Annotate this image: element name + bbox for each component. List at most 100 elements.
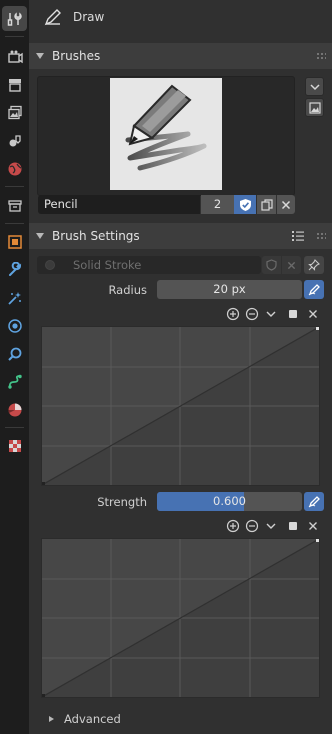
drag-grip-icon[interactable] — [316, 52, 326, 60]
pin-material-button[interactable] — [304, 256, 324, 274]
render-tab[interactable] — [2, 44, 27, 69]
shield-check-icon — [239, 198, 251, 211]
curve-point-handle-button[interactable] — [285, 306, 301, 322]
brush-preview-image[interactable] — [110, 78, 222, 190]
particles-icon — [7, 291, 21, 305]
render-icon — [7, 50, 23, 63]
unlink-brush-button[interactable] — [276, 195, 295, 214]
modifiers-tab[interactable] — [2, 257, 27, 282]
brush-name-field[interactable]: Pencil — [38, 195, 200, 214]
pin-icon — [308, 259, 320, 271]
zoom-out-button[interactable] — [244, 518, 260, 534]
data-tab[interactable] — [2, 369, 27, 394]
close-icon — [287, 261, 296, 269]
shield-icon — [266, 259, 277, 271]
material-tab[interactable] — [2, 397, 27, 422]
particles-tab[interactable] — [2, 285, 27, 310]
curve-options-dropdown[interactable] — [263, 306, 279, 322]
world-tab[interactable] — [2, 156, 27, 181]
scene-tab[interactable] — [2, 128, 27, 153]
properties-editor: Draw Brushes Pencil 2 Brush Settings Sol… — [29, 0, 332, 734]
close-icon — [309, 522, 317, 530]
radius-field[interactable]: 20 px — [157, 280, 302, 299]
delete-curve-point-button[interactable] — [305, 518, 321, 534]
material-selector[interactable]: Solid Stroke — [37, 256, 261, 274]
zoom-in-icon — [226, 519, 240, 533]
stylus-pressure-icon — [308, 496, 320, 508]
strength-slider[interactable]: 0.600 — [157, 492, 302, 511]
material-fake-user-button[interactable] — [262, 256, 281, 274]
zoom-in-button[interactable] — [225, 306, 241, 322]
collapse-triangle-icon — [36, 233, 44, 239]
radius-curve-toolbar — [225, 306, 325, 324]
collection-tab[interactable] — [2, 193, 27, 218]
brushes-panel-title: Brushes — [52, 49, 101, 63]
brushes-panel-header[interactable]: Brushes — [29, 43, 332, 69]
tool-settings-tab[interactable] — [2, 6, 27, 31]
point-icon — [289, 522, 297, 530]
draw-tool-icon — [44, 9, 61, 26]
output-tab[interactable] — [2, 72, 27, 97]
strength-curve-widget[interactable] — [41, 538, 320, 698]
active-tool-title: Draw — [73, 10, 105, 24]
zoom-in-button[interactable] — [225, 518, 241, 534]
zoom-out-icon — [245, 519, 259, 533]
constraints-tab[interactable] — [2, 341, 27, 366]
material-name: Solid Stroke — [73, 258, 142, 272]
drag-grip-icon[interactable] — [316, 232, 326, 240]
active-tool-header: Draw — [43, 6, 104, 28]
texture-tab[interactable] — [2, 433, 27, 458]
advanced-label: Advanced — [64, 712, 121, 726]
object-icon — [7, 234, 22, 249]
material-preview-icon — [45, 260, 55, 270]
material-unlink-button[interactable] — [282, 256, 301, 274]
curve-point-handle-button[interactable] — [285, 518, 301, 534]
zoom-out-button[interactable] — [244, 306, 260, 322]
chevron-down-icon — [266, 523, 276, 529]
advanced-subpanel-header[interactable]: Advanced — [49, 712, 121, 726]
constraints-icon — [7, 347, 21, 361]
duplicate-icon — [260, 198, 273, 211]
strength-curve-graph — [42, 539, 319, 697]
pencil-brush-icon — [125, 84, 207, 171]
duplicate-brush-button[interactable] — [256, 195, 276, 214]
tab-separator — [5, 36, 24, 37]
brush-list-dropdown-button[interactable] — [305, 77, 324, 96]
strength-label: Strength — [97, 495, 147, 509]
properties-tab-strip — [0, 0, 29, 734]
brush-users-count[interactable]: 2 — [201, 195, 234, 214]
material-icon — [7, 403, 21, 416]
brush-settings-panel-header[interactable]: Brush Settings — [29, 223, 332, 249]
tool-icon — [7, 11, 22, 26]
image-icon — [308, 101, 321, 114]
physics-tab[interactable] — [2, 313, 27, 338]
curve-options-dropdown[interactable] — [263, 518, 279, 534]
world-icon — [8, 162, 21, 175]
radius-curve-widget[interactable] — [41, 326, 320, 486]
scene-icon — [9, 134, 21, 146]
chevron-down-icon — [266, 311, 276, 317]
object-tab[interactable] — [2, 229, 27, 254]
strength-value: 0.600 — [213, 494, 246, 508]
close-icon — [309, 310, 317, 318]
strength-curve-toolbar — [225, 518, 325, 536]
radius-pressure-toggle[interactable] — [304, 280, 324, 299]
brush-image-preview-button[interactable] — [305, 98, 324, 117]
list-menu-icon[interactable] — [291, 229, 305, 243]
tab-separator — [5, 427, 24, 428]
delete-curve-point-button[interactable] — [305, 306, 321, 322]
view-layer-icon — [7, 105, 22, 119]
radius-value: 20 px — [213, 282, 246, 296]
close-icon — [281, 200, 291, 209]
wrench-icon — [8, 261, 21, 276]
physics-icon — [7, 318, 22, 333]
strength-pressure-toggle[interactable] — [304, 492, 324, 511]
collection-icon — [7, 199, 22, 212]
chevron-down-icon — [309, 83, 320, 90]
collapse-triangle-icon — [36, 53, 44, 59]
radius-label: Radius — [108, 283, 147, 297]
texture-icon — [8, 439, 21, 452]
expand-triangle-icon — [49, 716, 54, 722]
fake-user-button[interactable] — [234, 195, 256, 214]
view-layer-tab[interactable] — [2, 100, 27, 125]
